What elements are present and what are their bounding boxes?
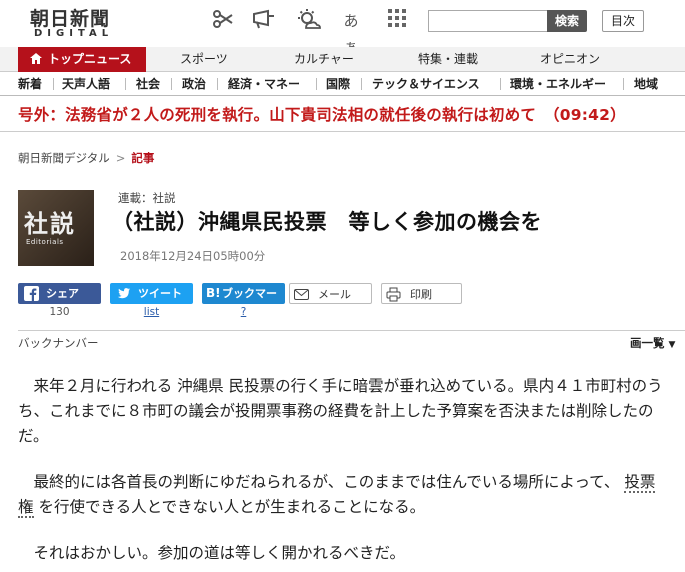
nav-divider — [53, 78, 54, 90]
article-paragraph: 最終的には各首長の判断にゆだねられるが、このままでは住んでいる場所によって、 投… — [18, 470, 668, 520]
nav2-new[interactable]: 新着 — [18, 75, 42, 92]
mail-share-label: メール — [318, 288, 351, 301]
primary-nav: トップニュース スポーツ カルチャー 特集・連載 オピニオン — [0, 47, 685, 72]
backnumber-list-label: 画一覧 — [630, 336, 665, 350]
article-paragraph: 来年２月に行われる 沖縄県 民投票の行く手に暗雲が垂れ込めている。県内４１市町村… — [18, 374, 668, 449]
backnumber-label: バックナンバー — [18, 336, 99, 350]
search-button[interactable]: 検索 — [547, 10, 587, 32]
facebook-share-label: シェア — [46, 287, 79, 300]
article-date: 2018年12月24日05時00分 — [120, 249, 266, 263]
nav2-tenseijingo[interactable]: 天声人語 — [62, 75, 110, 92]
megaphone-icon[interactable] — [251, 8, 277, 34]
print-label: 印刷 — [410, 288, 432, 301]
mail-share-button[interactable]: メール — [289, 283, 372, 304]
series-label[interactable]: 連載：社説 — [118, 190, 176, 206]
breaking-news-link[interactable]: 号外：法務省が２人の死刑を執行。山下貴司法相の就任後の執行は初めて （09:42… — [18, 103, 626, 125]
print-button[interactable]: 印刷 — [381, 283, 462, 304]
paragraph-text: を行使できる人とできない人とが生まれることになる。 — [38, 498, 426, 516]
okinawa-link[interactable]: 沖縄県 — [177, 377, 224, 395]
editorial-thumbnail: 社説 Editorials — [18, 190, 94, 266]
thumbnail-caption: Editorials — [26, 238, 64, 246]
toc-button[interactable]: 目次 — [602, 10, 644, 32]
secondary-nav: 新着 天声人語 社会 政治 経済・マネー 国際 テック＆サイエンス 環境・エネル… — [0, 72, 685, 96]
facebook-share-button[interactable]: シェア — [18, 283, 101, 304]
nav2-region[interactable]: 地域 — [634, 75, 658, 92]
nav2-tech[interactable]: テック＆サイエンス — [372, 75, 480, 92]
nav-divider — [500, 78, 501, 90]
breadcrumb-root[interactable]: 朝日新聞デジタル — [18, 151, 110, 165]
facebook-icon — [24, 286, 39, 301]
nav-label: トップニュース — [48, 52, 132, 66]
site-header: 朝日新聞 DIGITAL あぁ 検索 目次 — [0, 0, 685, 56]
nav-divider — [125, 78, 126, 90]
facebook-share-count: 130 — [49, 306, 70, 318]
scissors-icon[interactable] — [210, 8, 236, 34]
hatena-bookmark-label: ブックマーク — [222, 287, 277, 321]
twitter-icon — [117, 288, 130, 299]
chevron-right-icon: > — [115, 151, 126, 165]
nav-sports[interactable]: スポーツ — [180, 47, 228, 72]
nav-top-news[interactable]: トップニュース — [18, 47, 146, 72]
backnumber-list-link[interactable]: 画一覧 ▼ — [630, 335, 675, 351]
paragraph-text: 来年２月に行われる — [18, 377, 173, 395]
nav-divider — [316, 78, 317, 90]
mail-icon — [294, 289, 309, 300]
nav2-international[interactable]: 国際 — [326, 75, 350, 92]
twitter-share-button[interactable]: ツイート — [110, 283, 193, 304]
nav-divider — [361, 78, 362, 90]
breadcrumb-current: 記事 — [131, 151, 155, 165]
weather-icon[interactable] — [296, 8, 322, 34]
search-input[interactable] — [428, 10, 548, 32]
nav2-environment[interactable]: 環境・エネルギー — [510, 75, 606, 92]
thumbnail-kanji: 社説 — [24, 209, 76, 238]
breaking-news-bar: 号外：法務省が２人の死刑を執行。山下貴司法相の就任後の執行は初めて （09:42… — [0, 96, 685, 132]
nav-divider — [623, 78, 624, 90]
nav-features[interactable]: 特集・連載 — [418, 47, 478, 72]
hatena-bookmark-button[interactable]: B! ブックマーク — [202, 283, 285, 321]
hatena-icon: B! — [206, 286, 221, 300]
breadcrumb: 朝日新聞デジタル > 記事 — [18, 150, 154, 166]
chevron-down-icon: ▼ — [668, 340, 676, 350]
article-title: （社説）沖縄県民投票 等しく参加の機会を — [112, 210, 542, 234]
paragraph-text: 最終的には各首長の判断にゆだねられるが、このままでは住んでいる場所によって、 — [18, 473, 620, 491]
print-icon — [386, 287, 401, 302]
logo-subtitle: DIGITAL — [34, 28, 114, 39]
nav2-economy[interactable]: 経済・マネー — [228, 75, 300, 92]
home-icon — [30, 53, 42, 64]
text-size-icon[interactable]: あぁ — [338, 8, 364, 56]
nav-divider — [171, 78, 172, 90]
logo-text: 朝日新聞 — [30, 8, 111, 30]
backnumber-bar: バックナンバー 画一覧 ▼ — [18, 330, 685, 351]
twitter-list-link[interactable]: list — [110, 306, 193, 318]
nav2-society[interactable]: 社会 — [136, 75, 160, 92]
nav2-politics[interactable]: 政治 — [182, 75, 206, 92]
site-logo[interactable]: 朝日新聞 DIGITAL — [30, 4, 138, 40]
article-paragraph: それはおかしい。参加の道は等しく開かれるべきだ。 — [18, 544, 406, 562]
nav-culture[interactable]: カルチャー — [294, 47, 354, 72]
apps-grid-icon[interactable] — [384, 8, 410, 34]
nav-divider — [217, 78, 218, 90]
twitter-share-label: ツイート — [138, 287, 182, 300]
nav-opinion[interactable]: オピニオン — [540, 47, 600, 72]
hatena-count[interactable]: ? — [202, 306, 285, 318]
